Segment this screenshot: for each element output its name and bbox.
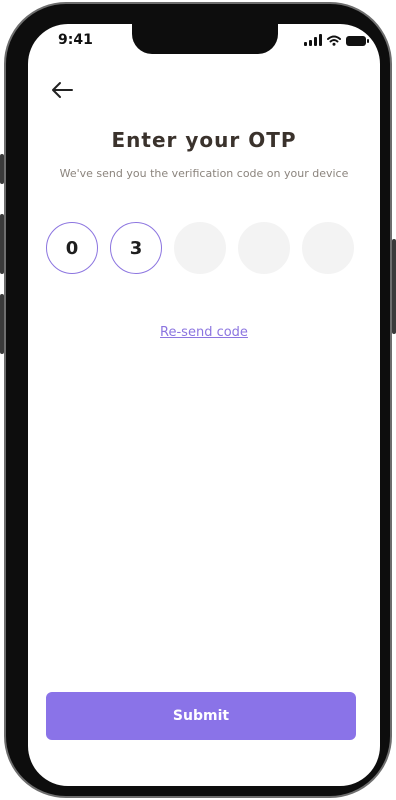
side-button-power <box>392 239 396 334</box>
page-subtitle: We've send you the verification code on … <box>59 167 349 180</box>
otp-digit-5[interactable] <box>302 222 354 274</box>
otp-digit-2[interactable]: 3 <box>110 222 162 274</box>
battery-icon <box>346 36 369 46</box>
side-button-silent <box>0 154 4 184</box>
phone-frame: 9:41 Enter your OTP We've send you the v… <box>0 2 396 798</box>
otp-digit-1[interactable]: 0 <box>46 222 98 274</box>
otp-digit-3[interactable] <box>174 222 226 274</box>
signal-icon <box>304 34 322 46</box>
wifi-icon <box>327 35 341 46</box>
screen: 9:41 Enter your OTP We've send you the v… <box>28 24 380 786</box>
submit-button[interactable]: Submit <box>46 692 356 740</box>
otp-digit-4[interactable] <box>238 222 290 274</box>
arrow-left-icon[interactable] <box>48 76 76 104</box>
notch <box>132 24 278 54</box>
otp-input-group: 0 3 <box>46 222 354 274</box>
status-icons <box>304 34 369 46</box>
resend-code-link[interactable]: Re-send code <box>28 325 380 340</box>
side-button-volume-up <box>0 214 4 274</box>
side-button-volume-down <box>0 294 4 354</box>
page-title: Enter your OTP <box>111 128 297 152</box>
status-time: 9:41 <box>58 32 93 48</box>
